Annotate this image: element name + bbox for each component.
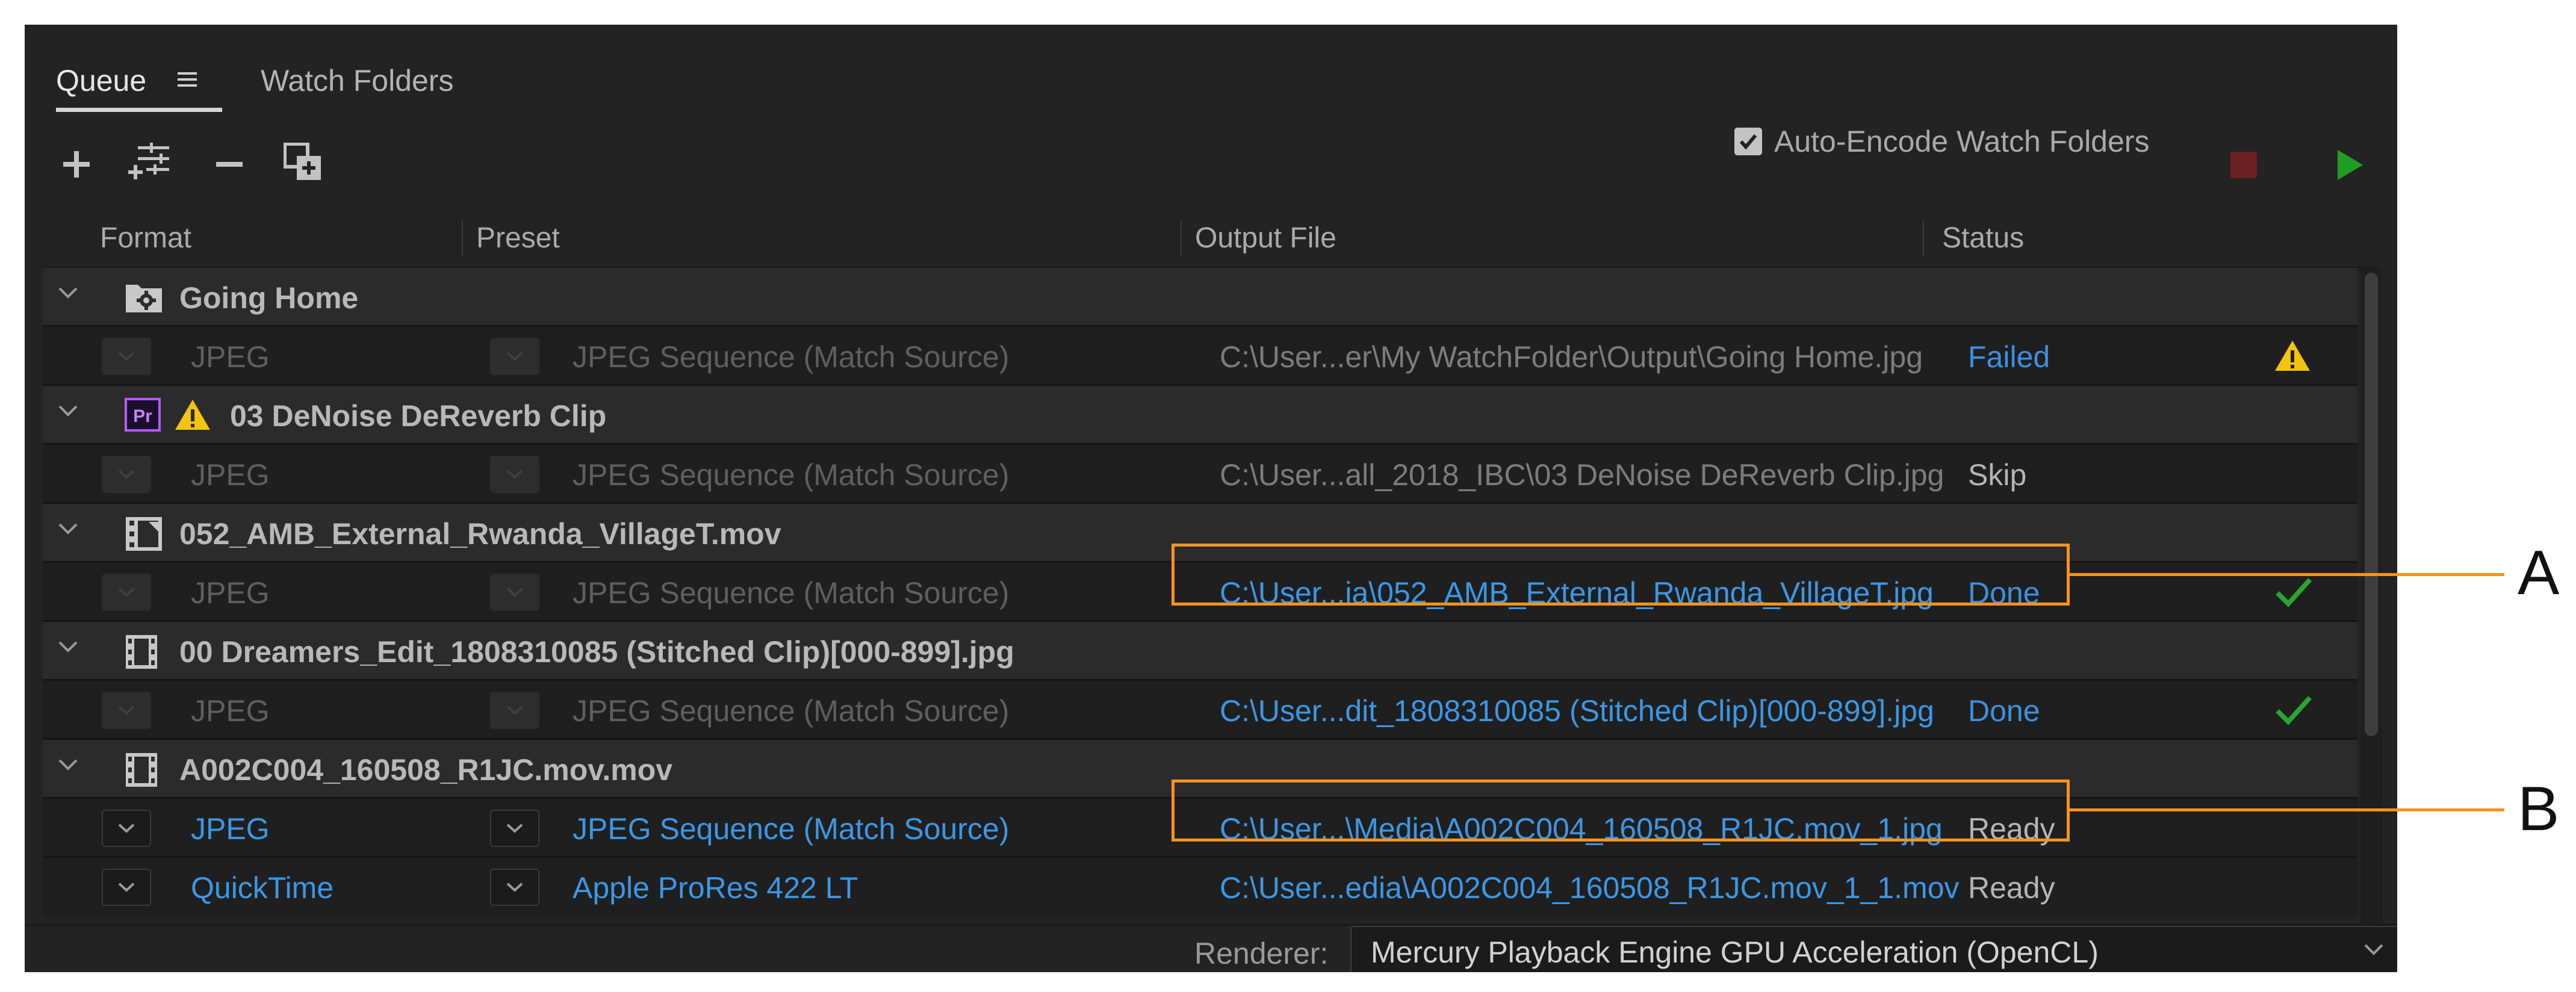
- preset-dropdown[interactable]: [490, 574, 539, 611]
- renderer-value: Mercury Playback Engine GPU Acceleration…: [1371, 935, 2099, 969]
- chevron-down-icon[interactable]: [2362, 940, 2386, 961]
- callout-b-box: [1172, 780, 2070, 842]
- preset-dropdown[interactable]: [490, 869, 539, 906]
- queue-item-row[interactable]: QuickTime Apple ProRes 422 LT C:\User...…: [43, 858, 2357, 917]
- item-preset[interactable]: JPEG Sequence (Match Source): [573, 575, 1009, 611]
- group-name: Going Home: [179, 281, 359, 315]
- item-output-file[interactable]: C:\User...edia\A002C004_160508_R1JC.mov_…: [1220, 870, 1960, 906]
- play-icon[interactable]: [2335, 149, 2365, 184]
- queue-item-row[interactable]: JPEG JPEG Sequence (Match Source) C:\Use…: [43, 445, 2357, 504]
- item-status: Skip: [1968, 458, 2027, 492]
- auto-encode-label: Auto-Encode Watch Folders: [1774, 125, 2150, 158]
- item-preset[interactable]: JPEG Sequence (Match Source): [573, 339, 1009, 375]
- callout-b-line: [2070, 808, 2504, 811]
- clip-icon: [125, 516, 163, 555]
- add-icon[interactable]: [60, 147, 93, 181]
- item-preset[interactable]: Apple ProRes 422 LT: [573, 870, 858, 906]
- auto-encode-watch-folders-toggle[interactable]: Auto-Encode Watch Folders: [1734, 120, 2149, 163]
- premiere-pro-icon: Pr: [125, 398, 161, 435]
- hamburger-icon[interactable]: [176, 62, 198, 99]
- format-dropdown[interactable]: [102, 456, 151, 493]
- item-status: Failed: [1968, 340, 2050, 374]
- preset-settings-icon[interactable]: [128, 143, 173, 184]
- group-name: 03 DeNoise DeReverb Clip: [230, 399, 607, 433]
- checkbox-checked-icon[interactable]: [1734, 128, 1762, 155]
- preset-dropdown[interactable]: [490, 810, 539, 847]
- column-header-output-file[interactable]: Output File: [1195, 220, 1336, 256]
- item-preset[interactable]: JPEG Sequence (Match Source): [573, 693, 1009, 729]
- format-dropdown[interactable]: [102, 692, 151, 729]
- column-divider[interactable]: [462, 220, 463, 256]
- tab-queue[interactable]: Queue: [56, 62, 146, 99]
- format-dropdown[interactable]: [102, 574, 151, 611]
- queue-item-row[interactable]: JPEG JPEG Sequence (Match Source) C:\Use…: [43, 327, 2357, 386]
- chevron-down-icon[interactable]: [56, 519, 80, 541]
- film-icon: [125, 634, 158, 673]
- tab-watch-folders[interactable]: Watch Folders: [261, 62, 453, 99]
- remove-icon[interactable]: [213, 147, 246, 181]
- column-header-format[interactable]: Format: [100, 220, 191, 256]
- item-output-file[interactable]: C:\User...dit_1808310085 (Stitched Clip)…: [1220, 693, 1934, 729]
- preset-dropdown[interactable]: [490, 456, 539, 493]
- svg-text:Pr: Pr: [133, 406, 152, 426]
- item-output-file[interactable]: C:\User...er\My WatchFolder\Output\Going…: [1220, 339, 1923, 375]
- callout-a-label: A: [2518, 538, 2560, 608]
- queue-group-row[interactable]: Going Home: [43, 268, 2357, 327]
- checkmark-icon: [2275, 693, 2312, 730]
- item-format[interactable]: JPEG: [191, 457, 270, 493]
- item-preset[interactable]: JPEG Sequence (Match Source): [573, 457, 1009, 493]
- scrollbar-thumb[interactable]: [2365, 273, 2378, 736]
- item-format[interactable]: JPEG: [191, 339, 270, 375]
- film-icon: [125, 752, 158, 791]
- group-name: A002C004_160508_R1JC.mov.mov: [179, 753, 673, 787]
- queue-group-row[interactable]: Pr 03 DeNoise DeReverb Clip: [43, 386, 2357, 445]
- chevron-down-icon[interactable]: [56, 401, 80, 423]
- format-dropdown[interactable]: [102, 338, 151, 375]
- chevron-down-icon[interactable]: [56, 284, 80, 305]
- item-format[interactable]: JPEG: [191, 575, 270, 611]
- column-divider[interactable]: [1181, 220, 1182, 256]
- chevron-down-icon[interactable]: [56, 755, 80, 777]
- watch-folder-icon: [125, 280, 163, 317]
- renderer-label: Renderer:: [1194, 937, 1329, 970]
- group-name: 00 Dreamers_Edit_1808310085 (Stitched Cl…: [179, 635, 1014, 669]
- item-output-file[interactable]: C:\User...all_2018_IBC\03 DeNoise DeReve…: [1220, 457, 1944, 493]
- item-status: Done: [1968, 694, 2040, 728]
- item-format[interactable]: JPEG: [191, 693, 270, 729]
- group-name: 052_AMB_External_Rwanda_VillageT.mov: [179, 517, 781, 551]
- chevron-down-icon[interactable]: [56, 637, 80, 659]
- preset-dropdown[interactable]: [490, 692, 539, 729]
- callout-a-box: [1172, 544, 2070, 606]
- item-status: Ready: [1968, 871, 2055, 905]
- warning-icon: [2274, 339, 2311, 376]
- queue-group-row[interactable]: 00 Dreamers_Edit_1808310085 (Stitched Cl…: [43, 622, 2357, 681]
- preset-dropdown[interactable]: [490, 338, 539, 375]
- stop-icon[interactable]: [2230, 152, 2257, 178]
- item-format[interactable]: QuickTime: [191, 870, 334, 906]
- warning-icon: [174, 398, 211, 435]
- callout-b-label: B: [2518, 774, 2560, 844]
- duplicate-icon[interactable]: [284, 143, 324, 184]
- item-preset[interactable]: JPEG Sequence (Match Source): [573, 811, 1009, 847]
- format-dropdown[interactable]: [102, 810, 151, 847]
- queue-item-row[interactable]: JPEG JPEG Sequence (Match Source) C:\Use…: [43, 681, 2357, 740]
- active-tab-indicator: [56, 108, 222, 112]
- column-header-preset[interactable]: Preset: [476, 220, 560, 256]
- item-format[interactable]: JPEG: [191, 811, 270, 847]
- column-divider[interactable]: [1923, 220, 1924, 256]
- renderer-select[interactable]: Mercury Playback Engine GPU Acceleration…: [1350, 926, 2397, 972]
- checkmark-icon: [2275, 575, 2312, 612]
- format-dropdown[interactable]: [102, 869, 151, 906]
- column-header-status[interactable]: Status: [1942, 220, 2024, 256]
- callout-a-line: [2070, 573, 2504, 576]
